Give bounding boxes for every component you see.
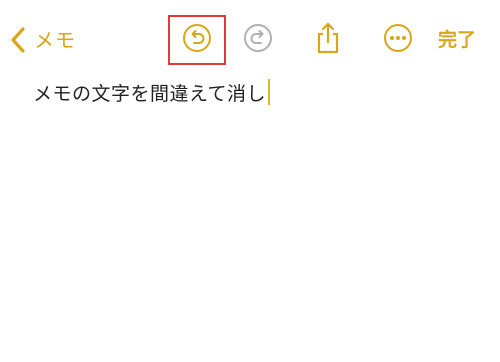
redo-icon [242,22,274,58]
share-icon [313,21,343,59]
more-icon [382,22,414,58]
note-text[interactable]: メモの文字を間違えて消し [33,79,266,106]
share-button[interactable] [306,18,350,62]
redo-button[interactable] [236,18,280,62]
note-body[interactable]: メモの文字を間違えて消し [33,76,473,108]
chevron-left-icon [10,26,26,54]
done-button[interactable]: 完了 [438,24,476,56]
note-editor-screen: メモ 完了 メモの文字を間違えて消し [0,0,500,362]
more-button[interactable] [376,18,420,62]
undo-button[interactable] [168,15,226,65]
text-cursor [268,79,271,105]
back-button[interactable]: メモ [10,24,76,56]
undo-icon [181,22,213,58]
back-label: メモ [34,28,76,52]
toolbar: メモ 完了 [0,0,500,80]
